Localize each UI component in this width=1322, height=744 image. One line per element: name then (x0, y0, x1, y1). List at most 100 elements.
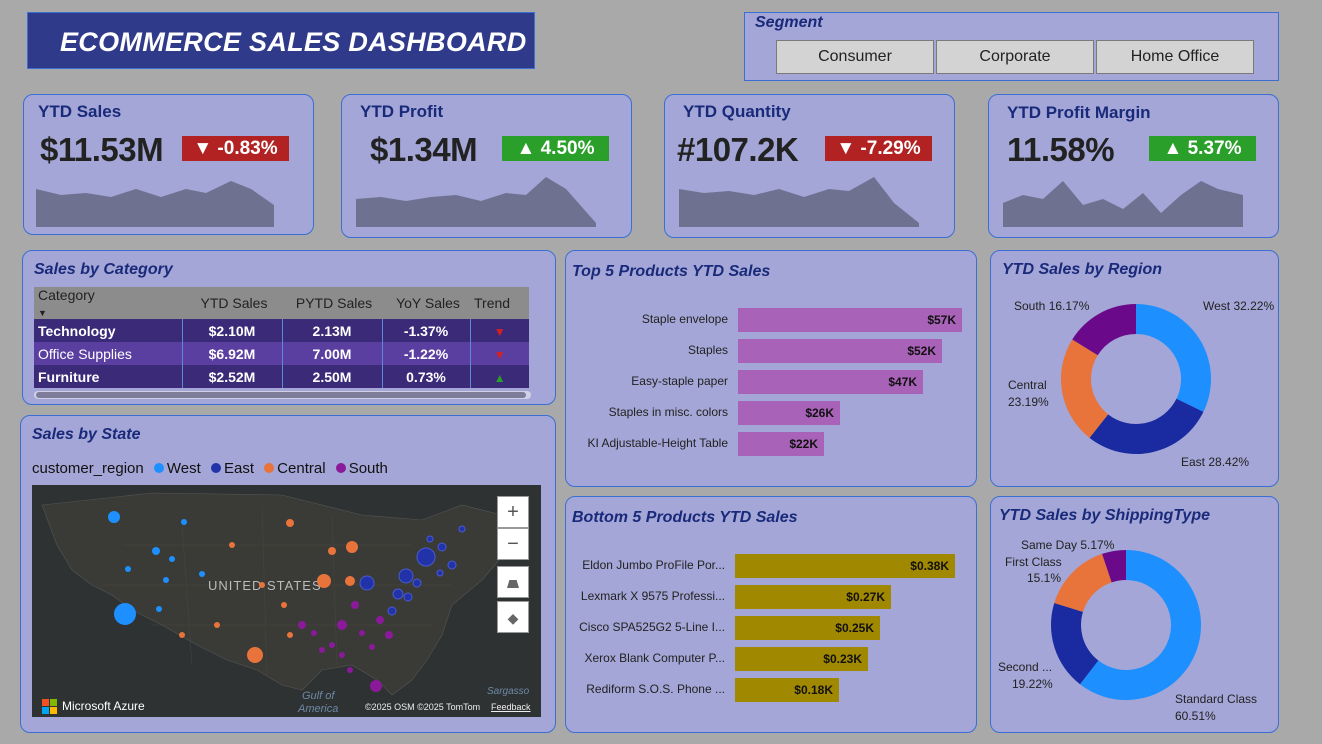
quantity-sparkline (679, 177, 919, 227)
bar-value-label: $0.27K (846, 590, 885, 604)
pytd-sales-cell: 7.00M (282, 342, 383, 365)
scrollbar-thumb[interactable] (36, 392, 526, 398)
bar-value-label: $22K (789, 437, 818, 451)
panel-title: Sales by State (32, 426, 141, 443)
shipping-label-same-day: Same Day 5.17% (1021, 538, 1115, 552)
bar-label: Xerox Blank Computer P... (584, 651, 725, 665)
ytd-sales-cell: $6.92M (182, 342, 283, 365)
bar-label: Easy-staple paper (631, 374, 728, 388)
kpi-ytd-profit-margin-card[interactable]: YTD Profit Margin 11.58% ▲ 5.37% (988, 94, 1279, 238)
tilt-icon[interactable] (497, 566, 529, 598)
region-label-east: East 28.42% (1181, 455, 1250, 469)
donut-slice-west[interactable] (1136, 304, 1211, 412)
sales-by-shipping-panel: YTD Sales by ShippingType Same Day 5.17%… (990, 496, 1279, 733)
table-row[interactable]: Office Supplies $6.92M 7.00M -1.22% ▼ (34, 342, 529, 365)
legend-east[interactable]: East (224, 460, 254, 477)
yoy-sales-cell: -1.37% (382, 319, 471, 342)
map-canvas: UNITED STATES Gulf of America Sargasso (32, 485, 541, 717)
column-header-trend[interactable]: Trend (470, 287, 529, 319)
map-feedback-link[interactable]: Feedback (491, 702, 531, 712)
column-header-pytd-sales[interactable]: PYTD Sales (282, 287, 382, 319)
donut-slice-first-class[interactable] (1054, 553, 1112, 612)
legend-central[interactable]: Central (277, 460, 325, 477)
kpi-value: 11.58% (1007, 131, 1115, 168)
gulf-label-2: America (297, 703, 338, 715)
segment-home-office-button[interactable]: Home Office (1096, 40, 1254, 74)
legend-west[interactable]: West (167, 460, 201, 477)
category-table: Category ▼ YTD Sales PYTD Sales YoY Sales… (34, 287, 529, 388)
pytd-sales-cell: 2.13M (282, 319, 383, 342)
category-name: Office Supplies (34, 342, 183, 365)
segment-consumer-button[interactable]: Consumer (776, 40, 934, 74)
bar-value-label: $0.18K (794, 683, 833, 697)
shipping-label-first-class-name: First Class (1005, 555, 1062, 569)
column-header-yoy-sales[interactable]: YoY Sales (382, 287, 470, 319)
category-name: Furniture (34, 365, 183, 388)
panel-title: Sales by Category (34, 261, 173, 278)
bar-value-label: $0.38K (910, 559, 949, 573)
category-name: Technology (34, 319, 183, 342)
kpi-title: YTD Sales (38, 102, 122, 121)
column-header-category[interactable]: Category ▼ (34, 287, 182, 319)
region-label-west: West 32.22% (1203, 299, 1275, 313)
region-donut-chart[interactable] (991, 251, 1280, 488)
table-row[interactable]: Furniture $2.52M 2.50M 0.73% ▲ (34, 365, 529, 388)
segment-corporate-button[interactable]: Corporate (936, 40, 1094, 74)
sales-sparkline (36, 181, 274, 227)
region-label-south: South 16.17% (1014, 299, 1090, 313)
shipping-label-standard-name: Standard Class (1175, 692, 1258, 706)
ytd-sales-cell: $2.10M (182, 319, 283, 342)
sales-by-category-panel: Sales by Category Category ▼ YTD Sales PY… (22, 250, 556, 405)
kpi-title: YTD Profit Margin (1007, 103, 1151, 122)
bar-label: Cisco SPA525G2 5-Line I... (579, 620, 725, 634)
panel-title: Top 5 Products YTD Sales (572, 263, 771, 280)
sales-by-region-panel: YTD Sales by Region South 16.17% West 32… (990, 250, 1279, 487)
legend-south[interactable]: South (349, 460, 388, 477)
kpi-value: $1.34M (370, 131, 478, 168)
pytd-sales-cell: 2.50M (282, 365, 383, 388)
us-map[interactable]: UNITED STATES Gulf of America Sargasso +… (32, 485, 541, 717)
kpi-value: #107.2K (677, 131, 799, 168)
donut-slice-central[interactable] (1061, 339, 1109, 438)
sea-label: Sargasso (487, 686, 530, 697)
compass-icon[interactable]: ◆ (497, 601, 529, 633)
horizontal-scrollbar[interactable] (34, 391, 531, 399)
sales-by-state-panel: Sales by State customer_region West East… (20, 415, 556, 733)
shipping-label-second-class-value: 19.22% (1012, 677, 1053, 691)
map-legend: customer_region West East Central South (32, 460, 388, 477)
panel-title: Bottom 5 Products YTD Sales (572, 509, 798, 526)
bar-label: Lexmark X 9575 Professi... (580, 589, 725, 603)
bar-value-label: $57K (927, 313, 956, 327)
kpi-value: $11.53M (40, 131, 164, 168)
bar-label: Eldon Jumbo ProFile Por... (582, 558, 725, 572)
shipping-label-first-class-value: 15.1% (1027, 571, 1062, 585)
kpi-ytd-profit-card[interactable]: YTD Profit $1.34M ▲ 4.50% (341, 94, 632, 238)
zoom-in-button[interactable]: + (497, 496, 529, 528)
bar-value-label: $0.25K (835, 621, 874, 635)
ytd-sales-cell: $2.52M (182, 365, 283, 388)
yoy-sales-cell: 0.73% (382, 365, 471, 388)
table-row[interactable]: Technology $2.10M 2.13M -1.37% ▼ (34, 319, 529, 342)
bar-label: Staples (687, 343, 728, 357)
donut-slice-east[interactable] (1089, 398, 1204, 454)
bar-label: KI Adjustable-Height Table (587, 436, 728, 450)
legend-dot-south (335, 463, 346, 473)
trend-down-icon: ▼ (470, 342, 529, 365)
kpi-ytd-quantity-card[interactable]: YTD Quantity #107.2K ▼ -7.29% (664, 94, 955, 238)
bar-value-label: $26K (805, 406, 834, 420)
profit-sparkline (356, 177, 596, 227)
kpi-ytd-sales-card[interactable]: YTD Sales $11.53M ▼ -0.83% (23, 94, 314, 235)
bottom5-products-panel: Bottom 5 Products YTD Sales Eldon Jumbo … (565, 496, 977, 733)
kpi-change-badge: ▼ -7.29% (825, 136, 932, 161)
map-copyright: ©2025 OSM ©2025 TomTom (365, 702, 481, 712)
kpi-change-badge: ▼ -0.83% (182, 136, 289, 161)
kpi-title: YTD Profit (360, 102, 444, 121)
zoom-out-button[interactable]: − (497, 528, 529, 560)
top5-products-panel: Top 5 Products YTD Sales Staple envelope… (565, 250, 977, 487)
column-header-ytd-sales[interactable]: YTD Sales (182, 287, 282, 319)
legend-title: customer_region (32, 460, 144, 477)
segment-title: Segment (755, 14, 823, 31)
legend-dot-central (264, 463, 275, 473)
dashboard-title: ECOMMERCE SALES DASHBOARD (60, 27, 527, 57)
bar-label: Rediform S.O.S. Phone ... (586, 682, 725, 696)
